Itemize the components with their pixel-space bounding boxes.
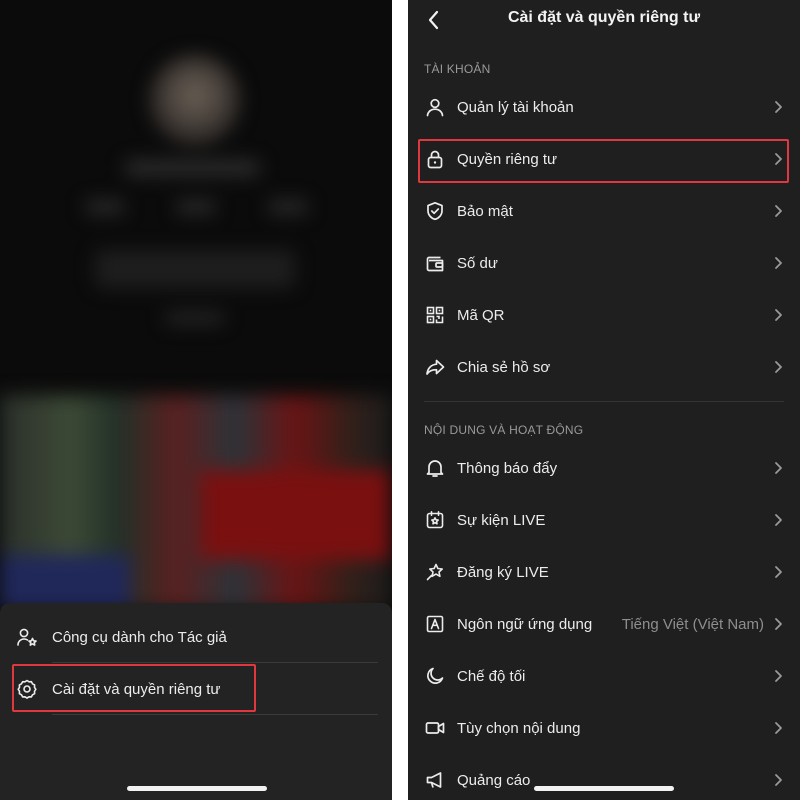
settings-item-label: Mã QR (457, 306, 505, 324)
chevron-right-icon (772, 255, 784, 271)
chevron-right-icon (772, 668, 784, 684)
settings-item-account-management[interactable]: Quản lý tài khoản (408, 81, 800, 133)
settings-item-share-profile[interactable]: Chia sẻ hồ sơ (408, 341, 800, 393)
highlight-box-privacy (418, 139, 789, 183)
chevron-right-icon (772, 203, 784, 219)
blurred-profile-background (0, 0, 392, 610)
profile-button-placeholder (95, 250, 295, 288)
settings-item-push-notifications[interactable]: Thông báo đẩy (408, 442, 800, 494)
share-icon (425, 357, 445, 377)
settings-item-label: Chế độ tối (457, 667, 526, 685)
chevron-right-icon (772, 359, 784, 375)
settings-item-security[interactable]: Bảo mật (408, 185, 800, 237)
sheet-item-creator-tools[interactable]: Công cụ dành cho Tác giả (0, 613, 392, 661)
settings-item-ads[interactable]: Quảng cáo (408, 754, 800, 800)
profile-stat-placeholder (176, 200, 216, 214)
settings-item-label: Sự kiện LIVE (457, 511, 546, 529)
right-panel: Cài đặt và quyền riêng tư TÀI KHOẢN Quản… (408, 0, 800, 800)
sheet-item-label: Công cụ dành cho Tác giả (52, 628, 227, 646)
chevron-right-icon (772, 720, 784, 736)
settings-item-label: Bảo mật (457, 202, 513, 220)
qr-code-icon (425, 305, 445, 325)
profile-avatar (150, 55, 240, 145)
chevron-right-icon (772, 460, 784, 476)
calendar-star-icon (425, 510, 445, 530)
settings-item-live-subscription[interactable]: Đăng ký LIVE (408, 546, 800, 598)
settings-item-value: Tiếng Việt (Việt Nam) (621, 615, 764, 633)
divider (52, 662, 378, 663)
settings-item-live-events[interactable]: Sự kiện LIVE (408, 494, 800, 546)
video-grid-placeholder (200, 470, 390, 560)
profile-stat-placeholder (85, 200, 125, 214)
profile-bio-placeholder (165, 312, 225, 324)
highlight-box-settings (12, 664, 256, 712)
person-icon (425, 97, 445, 117)
creator-tools-icon (16, 626, 38, 648)
settings-item-balance[interactable]: Số dư (408, 237, 800, 289)
top-bar: Cài đặt và quyền riêng tư (408, 0, 800, 40)
settings-item-content-preferences[interactable]: Tùy chọn nội dung (408, 702, 800, 754)
chevron-right-icon (772, 512, 784, 528)
page-title: Cài đặt và quyền riêng tư (507, 9, 701, 26)
divider (52, 714, 378, 715)
chevron-right-icon (772, 616, 784, 632)
chevron-right-icon (772, 307, 784, 323)
settings-item-label: Số dư (457, 254, 498, 272)
settings-item-label: Ngôn ngữ ứng dụng (457, 615, 593, 633)
settings-item-label: Quản lý tài khoản (457, 98, 574, 116)
home-indicator (127, 786, 267, 791)
settings-item-label: Thông báo đẩy (457, 459, 558, 477)
bell-icon (425, 458, 445, 478)
chevron-right-icon (772, 99, 784, 115)
shield-icon (425, 201, 445, 221)
video-icon (425, 718, 445, 738)
language-icon (425, 614, 445, 634)
settings-item-qr-code[interactable]: Mã QR (408, 289, 800, 341)
star-badge-icon (425, 562, 445, 582)
home-indicator (534, 786, 674, 791)
section-title-content-activity: NỘI DUNG VÀ HOẠT ĐỘNG (424, 423, 584, 437)
section-title-account: TÀI KHOẢN (424, 62, 491, 76)
megaphone-icon (425, 770, 445, 790)
chevron-right-icon (772, 564, 784, 580)
settings-item-app-language[interactable]: Ngôn ngữ ứng dụng Tiếng Việt (Việt Nam) (408, 598, 800, 650)
section-divider (424, 401, 784, 402)
moon-icon (425, 666, 445, 686)
chevron-right-icon (772, 772, 784, 788)
settings-item-dark-mode[interactable]: Chế độ tối (408, 650, 800, 702)
settings-item-label: Đăng ký LIVE (457, 563, 549, 581)
left-panel: Công cụ dành cho Tác giả Cài đặt và quyề… (0, 0, 392, 800)
settings-item-label: Chia sẻ hồ sơ (457, 358, 551, 376)
video-grid-placeholder (0, 555, 130, 610)
settings-item-label: Tùy chọn nội dung (457, 719, 581, 737)
profile-name-placeholder (125, 160, 260, 176)
settings-item-label: Quảng cáo (457, 771, 531, 789)
wallet-icon (425, 253, 445, 273)
profile-stat-placeholder (268, 200, 308, 214)
